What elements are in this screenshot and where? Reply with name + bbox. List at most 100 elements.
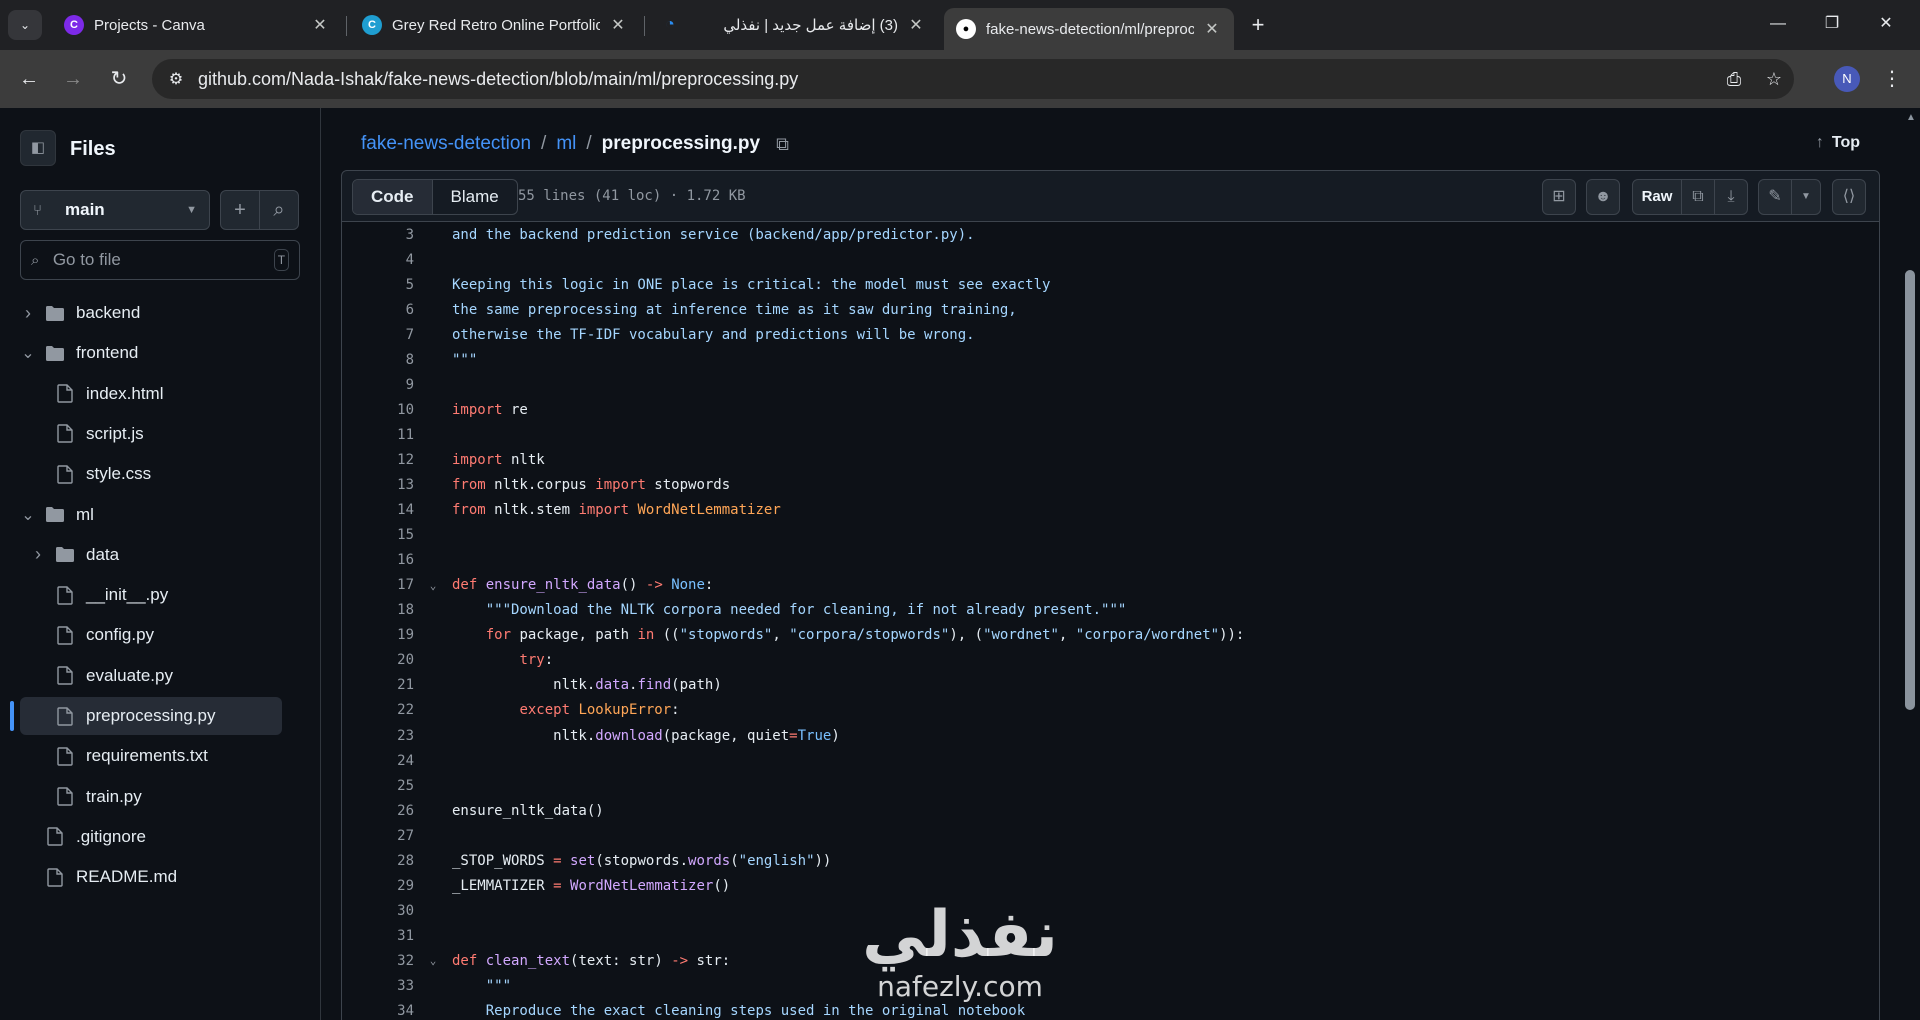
- copy-raw-button[interactable]: ⧉: [1681, 179, 1715, 215]
- top-button[interactable]: ↑ Top: [1816, 128, 1860, 158]
- line-number[interactable]: 21: [342, 677, 414, 693]
- close-tab-icon[interactable]: ✕: [906, 15, 926, 35]
- go-to-file-field[interactable]: ⌕ T: [20, 240, 300, 280]
- line-number[interactable]: 27: [342, 828, 414, 844]
- line-number[interactable]: 17: [342, 577, 414, 593]
- edit-options-button[interactable]: ▼: [1791, 179, 1821, 215]
- line-number[interactable]: 34: [342, 1003, 414, 1019]
- minimize-button[interactable]: —: [1758, 12, 1798, 36]
- search-files-button[interactable]: ⌕: [259, 190, 299, 230]
- line-number[interactable]: 7: [342, 327, 414, 343]
- line-number[interactable]: 9: [342, 377, 414, 393]
- code-token: import: [595, 477, 646, 493]
- open-in-folder-button[interactable]: ⊞: [1542, 179, 1576, 215]
- line-number[interactable]: 10: [342, 402, 414, 418]
- chevron-down-icon[interactable]: ⌄: [20, 343, 36, 363]
- folder-item-frontend[interactable]: ⌄ frontend: [20, 334, 138, 372]
- go-to-file-input[interactable]: [52, 250, 274, 270]
- line-number[interactable]: 30: [342, 903, 414, 919]
- branch-selector[interactable]: ⑂ main ▼: [20, 190, 210, 230]
- file-item-script-js[interactable]: script.js: [30, 415, 144, 453]
- url-text[interactable]: github.com/Nada-Ishak/fake-news-detectio…: [198, 69, 1714, 90]
- download-button[interactable]: ⤓: [1714, 179, 1748, 215]
- file-item-index-html[interactable]: index.html: [30, 375, 163, 413]
- line-number[interactable]: 3: [342, 227, 414, 243]
- copy-path-icon[interactable]: ⧉: [776, 134, 789, 155]
- file-item-init-py[interactable]: __init__.py: [30, 576, 168, 614]
- line-number[interactable]: 25: [342, 778, 414, 794]
- close-window-button[interactable]: ✕: [1866, 12, 1906, 36]
- browser-menu-icon[interactable]: ⋮: [1880, 64, 1904, 94]
- tab-blame[interactable]: Blame: [433, 180, 517, 214]
- chevron-down-icon[interactable]: ⌄: [20, 505, 36, 525]
- address-bar[interactable]: ⚙ github.com/Nada-Ishak/fake-news-detect…: [152, 59, 1794, 99]
- line-number[interactable]: 13: [342, 477, 414, 493]
- line-number[interactable]: 14: [342, 502, 414, 518]
- tab-canva-portfolio[interactable]: C Grey Red Retro Online Portfolio ✕: [350, 8, 640, 42]
- add-file-button[interactable]: +: [220, 190, 260, 230]
- install-app-icon[interactable]: ⎙: [1714, 69, 1754, 90]
- new-tab-button[interactable]: +: [1244, 12, 1272, 40]
- close-tab-icon[interactable]: ✕: [1202, 19, 1222, 39]
- line-number[interactable]: 29: [342, 878, 414, 894]
- line-number[interactable]: 33: [342, 978, 414, 994]
- fold-chevron-icon[interactable]: ⌄: [414, 954, 452, 967]
- raw-button[interactable]: Raw: [1632, 179, 1682, 215]
- line-number[interactable]: 18: [342, 602, 414, 618]
- scrollbar-thumb[interactable]: [1905, 270, 1915, 710]
- line-number[interactable]: 19: [342, 627, 414, 643]
- line-number[interactable]: 32: [342, 953, 414, 969]
- forward-button[interactable]: →: [58, 64, 88, 94]
- file-item-requirements-txt[interactable]: requirements.txt: [30, 737, 208, 775]
- scroll-up-icon[interactable]: ▲: [1904, 112, 1918, 123]
- folder-item-ml[interactable]: ⌄ ml: [20, 496, 94, 534]
- copilot-button[interactable]: ☻: [1586, 179, 1620, 215]
- back-button[interactable]: ←: [14, 64, 44, 94]
- close-tab-icon[interactable]: ✕: [310, 15, 330, 35]
- file-item-gitignore[interactable]: .gitignore: [20, 818, 146, 856]
- line-number[interactable]: 20: [342, 652, 414, 668]
- line-number[interactable]: 11: [342, 427, 414, 443]
- reload-button[interactable]: ↻: [104, 64, 134, 94]
- symbols-panel-button[interactable]: ⟨⟩: [1832, 179, 1866, 215]
- line-number[interactable]: 31: [342, 928, 414, 944]
- folder-item-backend[interactable]: › backend: [20, 294, 140, 332]
- sidebar-collapse-icon[interactable]: ◧: [20, 130, 56, 166]
- breadcrumb-repo-link[interactable]: fake-news-detection: [361, 133, 531, 155]
- line-number[interactable]: 23: [342, 728, 414, 744]
- tab-github-active[interactable]: ● fake-news-detection/ml/preproc ✕: [944, 8, 1234, 50]
- line-number[interactable]: 24: [342, 753, 414, 769]
- close-tab-icon[interactable]: ✕: [608, 15, 628, 35]
- file-item-evaluate-py[interactable]: evaluate.py: [30, 657, 173, 695]
- line-number[interactable]: 22: [342, 702, 414, 718]
- line-number[interactable]: 5: [342, 277, 414, 293]
- tab-code[interactable]: Code: [353, 180, 433, 214]
- line-number[interactable]: 16: [342, 552, 414, 568]
- edit-button[interactable]: ✎: [1758, 179, 1792, 215]
- site-settings-icon[interactable]: ⚙: [156, 69, 196, 89]
- file-item-style-css[interactable]: style.css: [30, 455, 151, 493]
- chevron-right-icon[interactable]: ›: [20, 303, 36, 324]
- fold-chevron-icon[interactable]: ⌄: [414, 579, 452, 592]
- file-item-preprocessing-py[interactable]: preprocessing.py: [20, 697, 282, 735]
- chevron-right-icon[interactable]: ›: [30, 544, 46, 565]
- line-number[interactable]: 28: [342, 853, 414, 869]
- profile-avatar[interactable]: N: [1834, 66, 1860, 92]
- folder-item-data[interactable]: › data: [30, 536, 119, 574]
- file-item-config-py[interactable]: config.py: [30, 616, 154, 654]
- bookmark-star-icon[interactable]: ☆: [1754, 69, 1794, 90]
- line-number[interactable]: 26: [342, 803, 414, 819]
- line-number[interactable]: 15: [342, 527, 414, 543]
- line-number[interactable]: 12: [342, 452, 414, 468]
- breadcrumb-dir-link[interactable]: ml: [556, 133, 576, 155]
- restore-button[interactable]: ❐: [1812, 12, 1852, 36]
- code-view[interactable]: 3 and the backend prediction service (bac…: [341, 222, 1880, 1020]
- tab-nafezly[interactable]: ◔ (3) إضافة عمل جديد | نفذلي ✕: [648, 8, 938, 42]
- file-item-readme-md[interactable]: README.md: [20, 858, 177, 896]
- tab-search-button[interactable]: ⌄: [8, 10, 42, 40]
- tab-canva-projects[interactable]: C Projects - Canva ✕: [52, 8, 342, 42]
- file-item-train-py[interactable]: train.py: [30, 778, 142, 816]
- line-number[interactable]: 6: [342, 302, 414, 318]
- line-number[interactable]: 4: [342, 252, 414, 268]
- line-number[interactable]: 8: [342, 352, 414, 368]
